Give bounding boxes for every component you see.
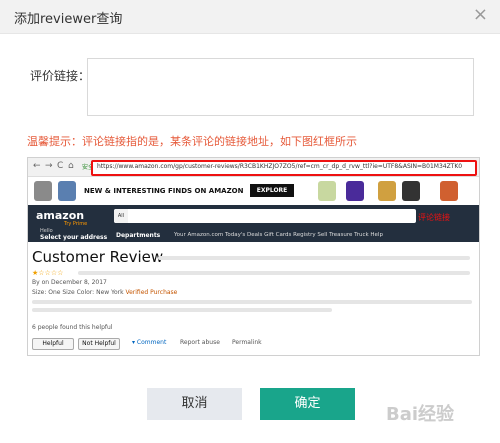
banner-thumb-2: [58, 181, 76, 201]
star-rating: ★☆☆☆☆: [32, 269, 64, 277]
forward-icon: →: [45, 161, 53, 171]
not-helpful-button: Not Helpful: [78, 338, 120, 350]
blurred-text: [32, 308, 332, 312]
banner-text: NEW & INTERESTING FINDS ON AMAZON: [84, 187, 244, 195]
example-url: https://www.amazon.com/gp/customer-revie…: [97, 163, 463, 170]
report-abuse-link: Report abuse: [180, 339, 220, 346]
amazon-banner: NEW & INTERESTING FINDS ON AMAZON EXPLOR…: [28, 177, 479, 205]
amazon-subnav: Hello Select your address Departments Yo…: [28, 227, 479, 242]
close-icon[interactable]: ×: [473, 6, 488, 24]
banner-thumb-5: [378, 181, 396, 201]
banner-thumb-3: [318, 181, 336, 201]
helpful-button: Helpful: [32, 338, 74, 350]
review-link-label: 评价链接：: [30, 69, 91, 83]
banner-thumb-1: [34, 181, 52, 201]
watermark: Bai经验: [386, 404, 455, 425]
dialog-header: 添加reviewer查询 ×: [0, 0, 500, 34]
hint-text: 温馨提示：评论链接指的是，某条评论的链接地址，如下图红框所示: [27, 135, 357, 148]
cancel-button[interactable]: 取消: [147, 388, 242, 420]
amazon-search: All: [114, 209, 416, 223]
explore-button: EXPLORE: [250, 184, 294, 197]
reload-icon: C: [57, 161, 64, 171]
comment-link: ▾ Comment: [132, 339, 167, 346]
address-text: Select your address: [40, 234, 108, 241]
amazon-nav: amazon Try Prime All 评论链接: [28, 205, 479, 227]
confirm-button[interactable]: 确定: [260, 388, 355, 420]
blurred-text: [78, 271, 470, 275]
verified-purchase: Verified Purchase: [125, 289, 178, 296]
blurred-text: [158, 256, 470, 260]
review-title: Customer Review: [32, 248, 164, 266]
departments: Departments: [116, 232, 161, 239]
home-icon: ⌂: [68, 161, 74, 171]
review-meta: Size: One Size Color: New York Verified …: [32, 289, 178, 296]
review-link-input[interactable]: [87, 58, 474, 116]
review-byline: By on December 8, 2017: [32, 279, 107, 286]
browser-toolbar: ← → C ⌂ 安全 https://www.amazon.com/gp/cus…: [28, 158, 479, 177]
review-link-annotation: 评论链接: [418, 213, 450, 222]
banner-thumb-6: [402, 181, 420, 201]
helpful-count: 6 people found this helpful: [32, 324, 113, 331]
dialog-title: 添加reviewer查询: [14, 12, 123, 27]
back-icon: ←: [33, 161, 41, 171]
permalink-link: Permalink: [232, 339, 262, 346]
banner-thumb-7: [440, 181, 458, 201]
url-highlight-box: https://www.amazon.com/gp/customer-revie…: [91, 160, 477, 176]
search-scope: All: [114, 209, 128, 223]
nav-links: Your Amazon.com Today's Deals Gift Cards…: [174, 232, 383, 238]
blurred-text: [32, 300, 472, 304]
example-screenshot: ← → C ⌂ 安全 https://www.amazon.com/gp/cus…: [27, 157, 480, 356]
banner-thumb-4: [346, 181, 364, 201]
